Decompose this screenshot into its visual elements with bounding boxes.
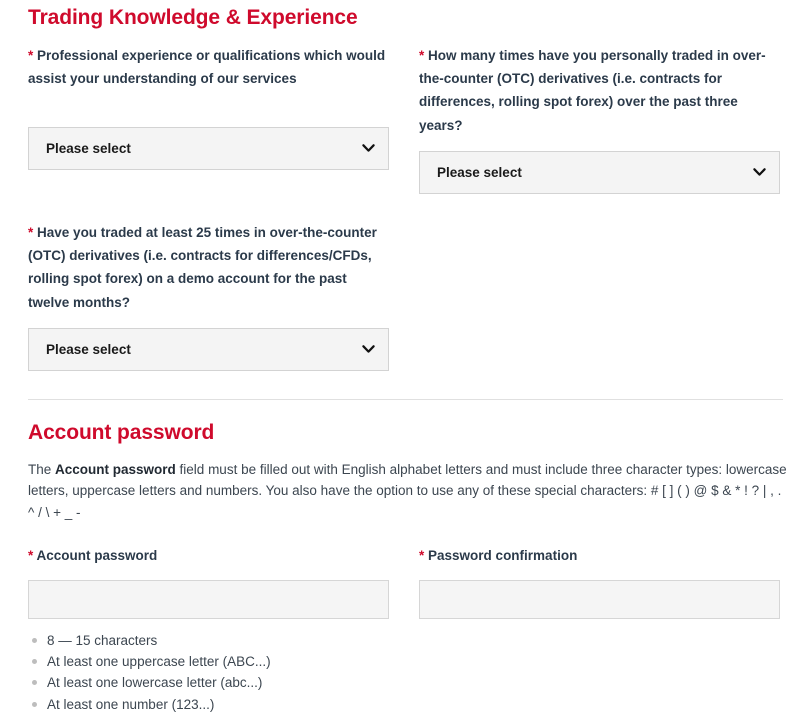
password-rules-description: The Account password field must be fille… <box>28 459 788 524</box>
account-password-section: Account password The Account password fi… <box>28 420 787 715</box>
trading-row-2: * Have you traded at least 25 times in o… <box>28 221 783 371</box>
password-section-title: Account password <box>28 420 215 444</box>
question-2-label-text: How many times have you personally trade… <box>419 48 766 133</box>
list-item: 8 — 15 characters <box>28 630 783 651</box>
question-1-group: * Professional experience or qualificati… <box>28 44 389 194</box>
account-password-label-text: Account password <box>36 547 158 563</box>
list-item: At least one uppercase letter (ABC...) <box>28 651 783 672</box>
required-asterisk: * <box>419 547 425 563</box>
question-2-select[interactable]: Please select <box>419 150 780 194</box>
question-2-group: * How many times have you personally tra… <box>419 44 780 194</box>
required-asterisk: * <box>419 48 425 63</box>
question-1-select[interactable]: Please select <box>28 127 389 171</box>
account-password-input[interactable] <box>28 579 389 619</box>
question-2-label: * How many times have you personally tra… <box>419 44 780 137</box>
required-asterisk: * <box>28 547 34 563</box>
password-confirmation-input-wrap <box>419 579 780 619</box>
account-password-input-wrap <box>28 579 389 619</box>
question-2-select-wrap: Please select <box>419 150 780 194</box>
question-3-select-wrap: Please select <box>28 327 389 371</box>
question-3-select[interactable]: Please select <box>28 327 389 371</box>
account-password-label: * Account password <box>28 544 389 567</box>
registration-form-page: Trading Knowledge & Experience * Profess… <box>0 0 811 712</box>
account-password-group: * Account password <box>28 544 389 619</box>
trading-row-1: * Professional experience or qualificati… <box>28 44 783 194</box>
password-confirmation-label: * Password confirmation <box>419 544 780 567</box>
question-1-label: * Professional experience or qualificati… <box>28 44 389 90</box>
question-1-label-text: Professional experience or qualification… <box>28 48 386 87</box>
password-confirmation-label-text: Password confirmation <box>428 547 578 563</box>
trading-section-title: Trading Knowledge & Experience <box>28 6 358 29</box>
description-prefix: The <box>28 461 56 477</box>
description-bold-term: Account password <box>55 461 176 477</box>
question-1-select-wrap: Please select <box>28 127 389 171</box>
password-fields-row: * Account password * Password confirmati… <box>28 544 783 619</box>
trading-row-2-spacer <box>419 221 780 371</box>
trading-knowledge-section: Trading Knowledge & Experience * Profess… <box>28 0 783 371</box>
section-divider <box>28 398 783 400</box>
password-requirements-list: 8 — 15 characters At least one uppercase… <box>28 630 783 715</box>
list-item: At least one number (123...) <box>28 694 783 715</box>
list-item: At least one lowercase letter (abc...) <box>28 672 783 693</box>
question-3-label: * Have you traded at least 25 times in o… <box>28 221 389 314</box>
required-asterisk: * <box>28 48 34 63</box>
question-3-group: * Have you traded at least 25 times in o… <box>28 221 389 371</box>
password-confirmation-group: * Password confirmation <box>419 544 780 619</box>
password-confirmation-input[interactable] <box>419 579 780 619</box>
required-asterisk: * <box>28 224 34 240</box>
question-3-label-text: Have you traded at least 25 times in ove… <box>28 224 377 310</box>
